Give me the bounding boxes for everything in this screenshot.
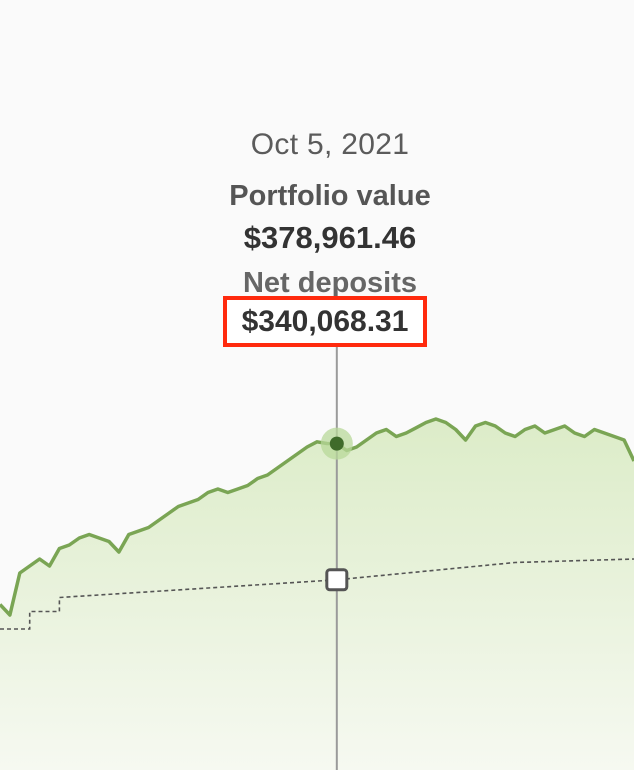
portfolio-marker-dot xyxy=(329,436,344,451)
net-deposits-amount: $340,068.31 xyxy=(223,296,427,347)
net-deposits-marker xyxy=(325,568,349,592)
portfolio-value-label: Portfolio value xyxy=(229,180,431,212)
tooltip-date: Oct 5, 2021 xyxy=(250,128,410,161)
portfolio-chart-view: Oct 5, 2021 Portfolio value $378,961.46 … xyxy=(0,0,634,770)
portfolio-value-amount: $378,961.46 xyxy=(243,220,417,255)
portfolio-chart xyxy=(0,345,634,770)
